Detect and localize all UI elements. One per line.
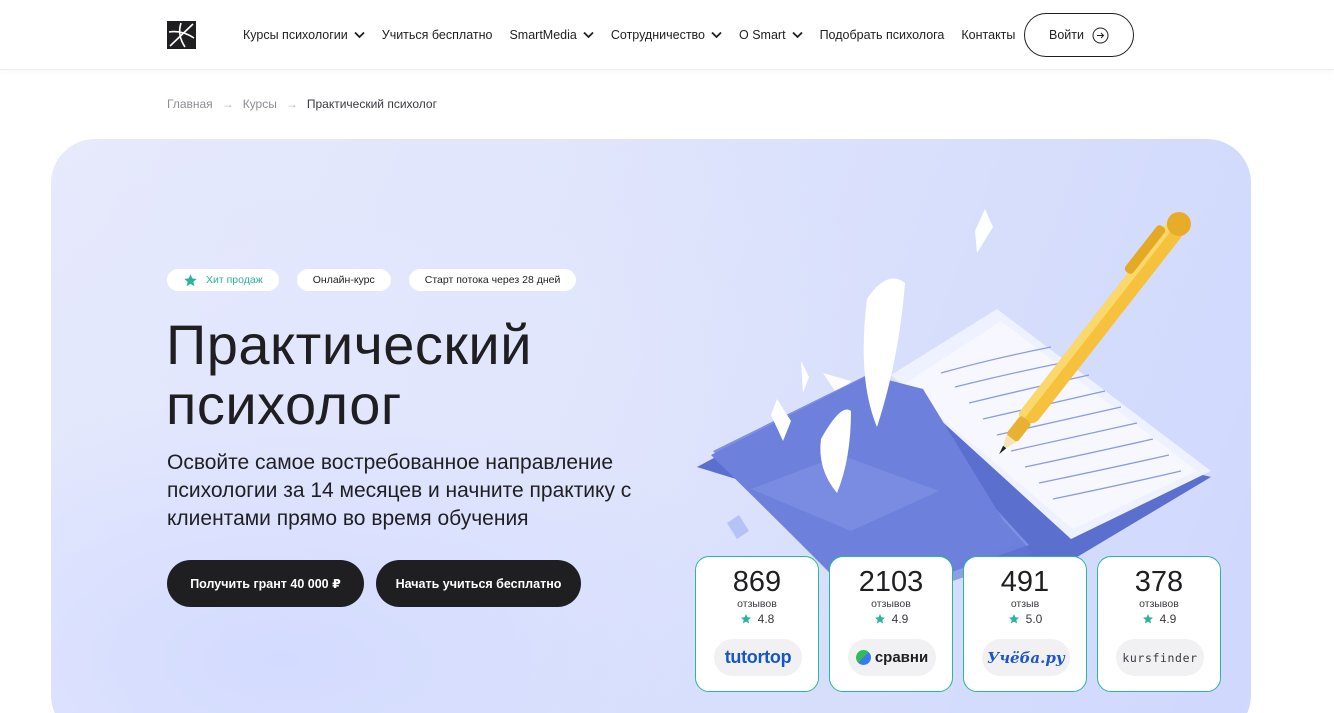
review-word: отзывов (737, 598, 777, 610)
rating-value: 4.8 (757, 612, 775, 626)
breadcrumb-current: Практический психолог (306, 97, 437, 111)
nav-label: Учиться бесплатно (381, 28, 493, 42)
review-count: 2103 (858, 566, 924, 598)
star-icon (184, 273, 197, 286)
nav-item-learn-free[interactable]: Учиться бесплатно (382, 28, 493, 42)
sravni-logo: сравни (848, 639, 936, 676)
nav-label: Курсы психологии (243, 28, 348, 42)
ucheba-logo: Учёба.ру (982, 639, 1070, 676)
nav-item-about-smart[interactable]: О Smart (739, 28, 803, 42)
chevron-down-icon (791, 31, 803, 39)
nav-label: О Smart (739, 28, 786, 42)
nav-label: Сотрудничество (610, 28, 706, 42)
rating-value: 4.9 (891, 612, 909, 626)
nav-label: SmartMedia (509, 28, 577, 42)
tag-online-course: Онлайн-курс (296, 269, 391, 291)
tutortop-logo: tutortop (714, 639, 802, 676)
breadcrumb-home[interactable]: Главная (167, 97, 213, 111)
breadcrumb-courses[interactable]: Курсы (243, 97, 277, 111)
review-word: отзывов (1139, 598, 1179, 610)
star-icon (1008, 614, 1019, 624)
nav-item-contacts[interactable]: Контакты (961, 28, 1015, 42)
star-icon (874, 614, 885, 624)
rating-value: 4.9 (1159, 612, 1177, 626)
brand-name: сравни (874, 649, 929, 666)
kursfinder-logo: kursfinder (1116, 639, 1204, 676)
review-word: отзыв (1010, 598, 1040, 610)
review-card-kursfinder[interactable]: 378 отзывов 4.9 kursfinder (1097, 556, 1221, 692)
review-rating: 4.9 (1098, 612, 1220, 626)
review-count: 491 (1000, 566, 1050, 598)
book-pen-illustration (697, 209, 1211, 599)
review-card-sravni[interactable]: 2103 отзывов 4.9 сравни (829, 556, 953, 692)
review-word: отзывов (871, 598, 911, 610)
breadcrumb: Главная → Курсы → Практический психолог (167, 97, 437, 111)
tag-start-date: Старт потока через 28 дней (408, 269, 577, 291)
star-icon (1142, 614, 1153, 624)
review-count: 378 (1134, 566, 1184, 598)
nav-item-find-psychologist[interactable]: Подобрать психолога (820, 28, 945, 42)
title-line-2: психолог (166, 373, 402, 436)
tag-label: Хит продаж (206, 274, 263, 286)
course-tags: Хит продаж Онлайн-курс Старт потока чере… (167, 269, 594, 291)
brand-name: kursfinder (1122, 650, 1198, 665)
arrow-right-circle-icon (1092, 27, 1109, 43)
login-label: Войти (1049, 28, 1084, 42)
brand-name: Учёба.ру (987, 648, 1065, 667)
main-nav: Курсы психологии Учиться бесплатно Smart… (243, 25, 1032, 45)
nav-item-smartmedia[interactable]: SmartMedia (509, 28, 594, 42)
star-icon (740, 614, 751, 624)
chevron-down-icon (583, 31, 594, 39)
get-grant-button[interactable]: Получить грант 40 000 ₽ (167, 560, 364, 607)
smart-logo-icon[interactable] (167, 21, 196, 49)
review-rating: 4.8 (696, 612, 818, 626)
rating-value: 5.0 (1025, 612, 1043, 626)
review-rating: 5.0 (964, 612, 1086, 626)
nav-item-cooperation[interactable]: Сотрудничество (611, 28, 722, 42)
hero-section: Хит продаж Онлайн-курс Старт потока чере… (51, 139, 1251, 713)
hero-subtitle: Освойте самое востребованное направление… (167, 451, 632, 530)
tag-label: Онлайн-курс (312, 274, 375, 286)
nav-item-psychology-courses[interactable]: Курсы психологии (243, 28, 365, 42)
review-card-tutortop[interactable]: 869 отзывов 4.8 tutortop (695, 556, 819, 692)
page-title: Практический психолог (166, 315, 532, 435)
start-free-button[interactable]: Начать учиться бесплатно (376, 560, 581, 607)
chevron-down-icon (711, 31, 722, 39)
brand-wordmark: сравни (855, 649, 929, 666)
brand-name: tutortop (724, 647, 792, 667)
nav-label: Подобрать психолога (819, 28, 945, 42)
breadcrumb-separator: → (221, 97, 234, 111)
login-button[interactable]: Войти (1024, 13, 1134, 57)
breadcrumb-separator: → (285, 97, 298, 111)
review-rating: 4.9 (830, 612, 952, 626)
nav-label: Контакты (961, 28, 1016, 42)
title-line-1: Практический (166, 313, 532, 376)
tag-label: Старт потока через 28 дней (424, 274, 561, 286)
review-count: 869 (732, 566, 782, 598)
tag-bestseller: Хит продаж (167, 269, 279, 291)
review-card-ucheba[interactable]: 491 отзыв 5.0 Учёба.ру (963, 556, 1087, 692)
review-cards: 869 отзывов 4.8 tutortop 2103 отзывов 4.… (695, 556, 1231, 692)
sravni-mark-icon (855, 650, 871, 665)
chevron-down-icon (354, 31, 365, 39)
site-header: Курсы психологии Учиться бесплатно Smart… (0, 0, 1334, 70)
